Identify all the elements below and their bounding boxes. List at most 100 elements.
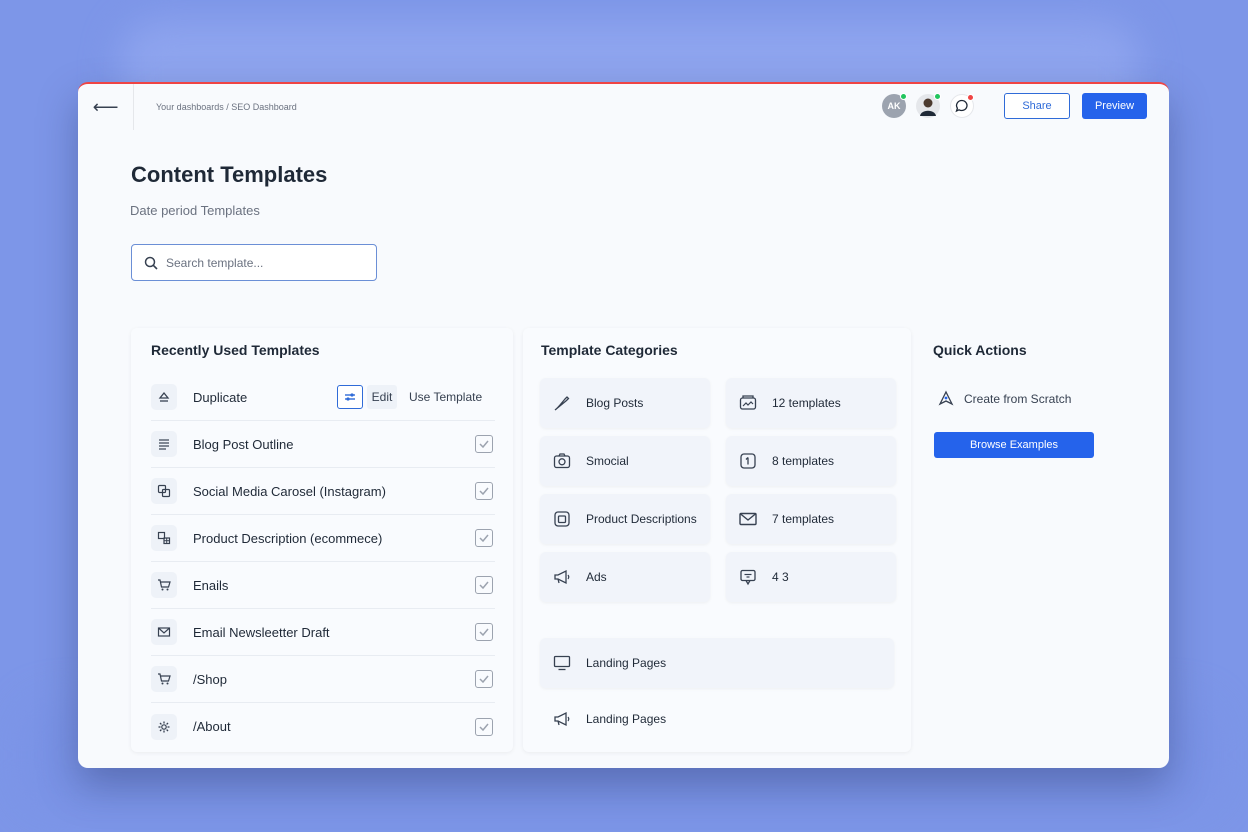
category-label: Ads [586, 570, 607, 584]
topbar-actions: AK Share Preview [882, 93, 1147, 119]
quick-actions-panel: Quick Actions Create from Scratch Browse… [921, 328, 1151, 752]
template-categories-panel: Template Categories Blog Posts 12 templa… [523, 328, 911, 752]
recent-row[interactable]: /Shop [151, 656, 495, 703]
recent-row-label: Duplicate [193, 389, 248, 405]
category-card-social[interactable]: Smocial [540, 436, 710, 486]
image-stack-icon [739, 395, 757, 410]
category-label: 8 templates [772, 454, 835, 468]
checkbox[interactable] [475, 435, 493, 453]
category-card-count[interactable]: 12 templates [726, 378, 896, 428]
check-icon [479, 534, 489, 542]
preview-button[interactable]: Preview [1082, 93, 1147, 119]
chat-icon [740, 569, 756, 586]
online-status-dot [934, 93, 941, 100]
category-label: 4 3 [772, 570, 789, 584]
create-from-scratch-label: Create from Scratch [964, 392, 1072, 406]
check-icon [479, 581, 489, 589]
checkbox[interactable] [475, 482, 493, 500]
cart-icon [151, 666, 177, 692]
quick-actions-title: Quick Actions [933, 342, 1027, 358]
category-label: Smocial [586, 454, 629, 468]
product-icon [151, 525, 177, 551]
browse-examples-button[interactable]: Browse Examples [934, 432, 1094, 458]
checkbox[interactable] [475, 529, 493, 547]
category-card-count[interactable]: 7 templates [726, 494, 896, 544]
recent-row-label: Product Description (ecommece) [193, 530, 383, 546]
recent-row[interactable]: /About [151, 703, 495, 750]
pen-icon [554, 396, 570, 411]
mail-icon [151, 619, 177, 645]
checkbox[interactable] [475, 576, 493, 594]
eject-icon [151, 384, 177, 410]
template-categories-title: Template Categories [541, 342, 678, 358]
notification-dot [967, 94, 974, 101]
checkbox[interactable] [475, 670, 493, 688]
camera-icon [553, 453, 571, 469]
arrow-left-icon: ⟵ [92, 96, 119, 117]
share-button[interactable]: Share [1004, 93, 1070, 119]
breadcrumb[interactable]: Your dashboards / SEO Dashboard [156, 102, 297, 112]
avatar-user-photo[interactable] [916, 93, 941, 118]
box-icon [554, 511, 570, 527]
category-card-blog-posts[interactable]: Blog Posts [540, 378, 710, 428]
search-box[interactable] [131, 244, 377, 281]
category-card-product-descriptions[interactable]: Product Descriptions [540, 494, 710, 544]
recent-row[interactable]: Product Description (ecommece) [151, 515, 495, 562]
recent-row[interactable]: Social Media Carosel (Instagram) [151, 468, 495, 515]
category-label: 7 templates [772, 512, 835, 526]
recent-row-label: /About [193, 719, 231, 734]
recent-row-label: Email Newsleetter Draft [193, 624, 330, 640]
avatar-user-initials[interactable]: AK [882, 93, 907, 118]
category-card-landing-pages[interactable]: Landing Pages [540, 638, 894, 688]
check-icon [479, 723, 489, 731]
page-subtitle: Date period Templates [130, 203, 260, 218]
recent-row-label: Enails [193, 577, 229, 593]
recent-templates-panel: Recently Used Templates Duplicate Edit U… [131, 328, 513, 752]
category-label: Product Descriptions [586, 512, 697, 526]
avatar-initials: AK [887, 101, 901, 111]
recent-row-label: Blog Post Outline [193, 436, 294, 452]
category-label: 12 templates [772, 396, 841, 410]
category-card-landing-pages[interactable]: Landing Pages [540, 694, 894, 744]
monitor-icon [553, 655, 571, 671]
top-bar: ⟵ Your dashboards / SEO Dashboard AK Sha… [78, 84, 1169, 130]
category-card-count[interactable]: 8 templates [726, 436, 896, 486]
plus-square-icon [740, 453, 756, 469]
check-icon [479, 675, 489, 683]
cart-icon [151, 572, 177, 598]
online-status-dot [900, 93, 907, 100]
recent-row-label: Social Media Carosel (Instagram) [193, 483, 386, 499]
search-icon [144, 256, 158, 270]
edit-button[interactable]: Edit [367, 385, 397, 409]
settings-sliders-button[interactable] [337, 385, 363, 409]
recent-row[interactable]: Enails [151, 562, 495, 609]
check-icon [479, 487, 489, 495]
chat-bubble-icon [955, 99, 968, 113]
list-icon [151, 431, 177, 457]
category-label: Blog Posts [586, 396, 644, 410]
create-icon [938, 390, 954, 406]
gear-icon [151, 713, 177, 740]
recent-row[interactable]: Blog Post Outline [151, 421, 495, 468]
category-card-count[interactable]: 4 3 [726, 552, 896, 602]
recent-row[interactable]: Email Newsleetter Draft [151, 609, 495, 656]
carousel-icon [151, 478, 177, 504]
recent-row-duplicate[interactable]: Duplicate Edit Use Template [151, 374, 495, 421]
category-card-ads[interactable]: Ads [540, 552, 710, 602]
megaphone-icon [554, 569, 570, 585]
megaphone-icon [554, 711, 570, 727]
recent-row-label: /Shop [193, 671, 227, 687]
search-input[interactable] [166, 255, 356, 270]
back-button[interactable]: ⟵ [78, 84, 134, 130]
page-title: Content Templates [131, 162, 328, 187]
notifications-button[interactable] [950, 94, 974, 118]
category-label: Landing Pages [586, 656, 667, 670]
recent-templates-title: Recently Used Templates [151, 342, 320, 358]
use-template-button[interactable]: Use Template [409, 390, 482, 404]
checkbox[interactable] [475, 623, 493, 641]
app-window: ⟵ Your dashboards / SEO Dashboard AK Sha… [78, 82, 1169, 768]
checkbox[interactable] [475, 717, 493, 736]
category-label: Landing Pages [586, 712, 667, 726]
create-from-scratch-button[interactable]: Create from Scratch [937, 390, 1071, 408]
check-icon [479, 628, 489, 636]
